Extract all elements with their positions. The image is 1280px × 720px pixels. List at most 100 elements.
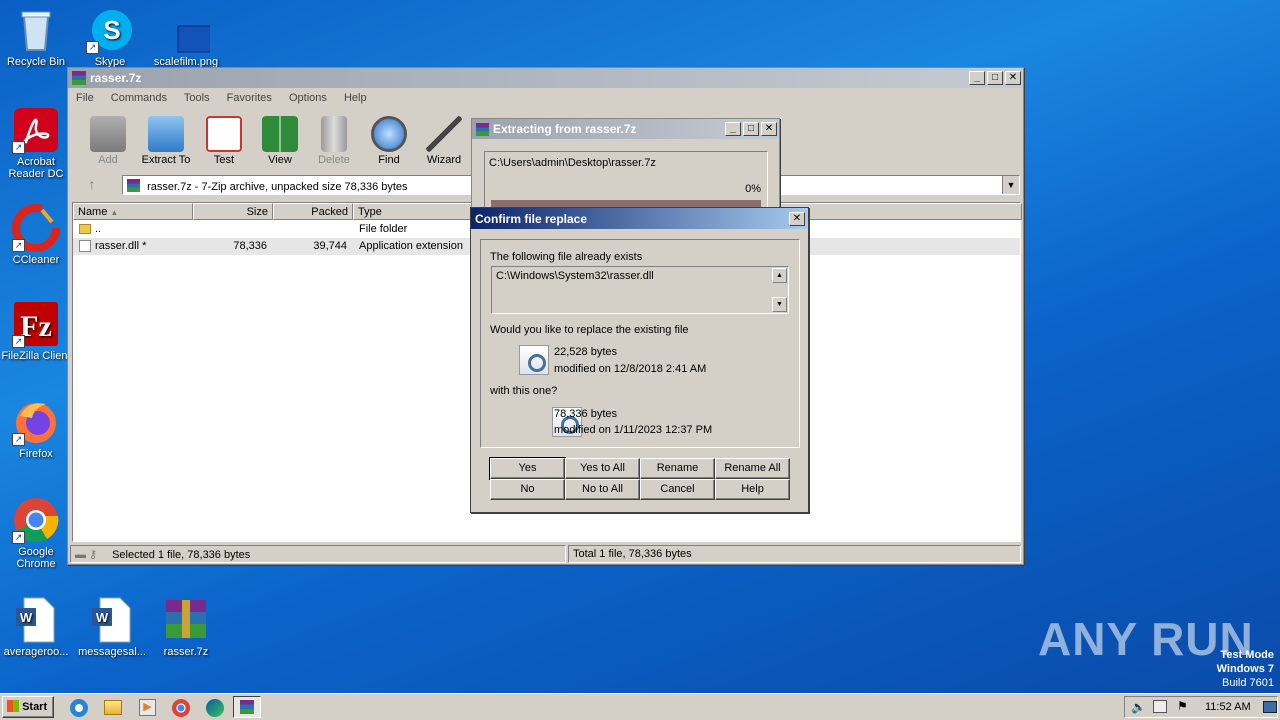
desktop-icon-label: CCleaner bbox=[12, 254, 60, 266]
media-player-taskbar-icon[interactable]: ▶ bbox=[139, 699, 156, 716]
scroll-up-button[interactable]: ▲ bbox=[772, 268, 787, 283]
svg-text:S: S bbox=[103, 15, 120, 45]
desktop-icon-label: averageroo... bbox=[3, 646, 69, 658]
desktop-icon-acrobat[interactable]: ↗ Acrobat Reader DC bbox=[0, 106, 74, 180]
sort-ascending-icon: ▲ bbox=[110, 208, 119, 217]
yes-button[interactable]: Yes bbox=[489, 457, 566, 480]
desktop-icon-recycle-bin[interactable]: Recycle Bin bbox=[0, 6, 74, 68]
address-text: rasser.7z - 7-Zip archive, unpacked size… bbox=[147, 181, 408, 193]
extracting-path: C:\Users\admin\Desktop\rasser.7z bbox=[489, 157, 656, 169]
explorer-taskbar-icon[interactable] bbox=[104, 700, 122, 715]
desktop-icon-rasser[interactable]: rasser.7z bbox=[148, 596, 224, 658]
desktop-icon-messagesal[interactable]: W messagesal... bbox=[74, 596, 150, 658]
wizard-wand-icon bbox=[426, 116, 462, 152]
exists-label: The following file already exists bbox=[490, 251, 643, 263]
row-type: Application extension bbox=[359, 240, 463, 252]
desktop-icon-ccleaner[interactable]: ↗ CCleaner bbox=[0, 204, 74, 266]
desktop-icon-label: Google Chrome bbox=[16, 546, 56, 570]
taskbar: Start ▶ 🔈 ⚑ 11:52 AM bbox=[0, 693, 1280, 720]
show-desktop-icon[interactable] bbox=[1263, 701, 1277, 713]
winrar-titlebar[interactable]: rasser.7z _ □ ✕ bbox=[68, 68, 1023, 88]
confirm-title: Confirm file replace bbox=[475, 211, 588, 226]
ccleaner-icon: ↗ bbox=[12, 204, 60, 252]
minimize-button[interactable]: _ bbox=[725, 122, 741, 136]
desktop-icon-skype[interactable]: S ↗ Skype bbox=[72, 6, 148, 68]
edge-taskbar-icon[interactable] bbox=[206, 699, 224, 717]
winrar-app-icon bbox=[72, 71, 86, 85]
test-clipboard-icon bbox=[206, 116, 242, 152]
yes-to-all-button[interactable]: Yes to All bbox=[565, 458, 640, 479]
shortcut-arrow-icon: ↗ bbox=[86, 41, 99, 54]
help-button[interactable]: Help bbox=[715, 479, 790, 500]
system-tray: 🔈 ⚑ 11:52 AM bbox=[1124, 696, 1278, 718]
toolbar-add-button[interactable]: Add bbox=[78, 116, 138, 166]
view-book-icon bbox=[262, 116, 298, 152]
maximize-button[interactable]: □ bbox=[987, 71, 1003, 85]
new-modified: modified on 1/11/2023 12:37 PM bbox=[554, 424, 713, 436]
status-bar: ▬ ⚷ Selected 1 file, 78,336 bytes Total … bbox=[70, 545, 1021, 563]
window-title: rasser.7z bbox=[90, 71, 142, 85]
winrar-app-icon bbox=[476, 122, 489, 136]
find-magnifier-icon bbox=[371, 116, 407, 152]
toolbar-extract-to-button[interactable]: Extract To bbox=[136, 116, 196, 166]
cancel-button[interactable]: Cancel bbox=[640, 479, 715, 500]
close-button[interactable]: ✕ bbox=[1005, 71, 1021, 85]
test-mode-text: Test Mode Windows 7 Build 7601 bbox=[1216, 649, 1274, 689]
ie-taskbar-icon[interactable] bbox=[70, 699, 88, 717]
address-dropdown-button[interactable]: ▼ bbox=[1002, 176, 1019, 194]
row-name: rasser.dll * bbox=[95, 240, 147, 252]
svg-text:W: W bbox=[20, 610, 33, 625]
maximize-button[interactable]: □ bbox=[743, 122, 759, 136]
extracting-panel: C:\Users\admin\Desktop\rasser.7z 0% bbox=[484, 151, 768, 211]
status-left: ▬ ⚷ Selected 1 file, 78,336 bytes bbox=[70, 545, 566, 563]
winrar-taskbar-button[interactable] bbox=[233, 696, 261, 718]
scroll-down-button[interactable]: ▼ bbox=[772, 297, 787, 312]
column-header-packed[interactable]: Packed bbox=[273, 203, 353, 220]
shortcut-arrow-icon: ↗ bbox=[12, 335, 25, 348]
menu-help[interactable]: Help bbox=[344, 92, 367, 104]
toolbar-view-button[interactable]: View bbox=[250, 116, 310, 166]
toolbar-test-button[interactable]: Test bbox=[194, 116, 254, 166]
volume-icon[interactable]: 🔈 bbox=[1131, 700, 1146, 714]
menu-favorites[interactable]: Favorites bbox=[227, 92, 272, 104]
no-button[interactable]: No bbox=[490, 479, 565, 500]
start-button[interactable]: Start bbox=[2, 696, 54, 718]
close-button[interactable]: ✕ bbox=[761, 122, 777, 136]
clock[interactable]: 11:52 AM bbox=[1205, 701, 1251, 713]
close-button[interactable]: ✕ bbox=[789, 211, 805, 226]
desktop-icon-scalefilm[interactable]: scalefilm.png bbox=[148, 6, 224, 68]
replace-question: Would you like to replace the existing f… bbox=[490, 324, 689, 336]
drive-key-icon: ▬ ⚷ bbox=[75, 549, 98, 561]
network-icon[interactable] bbox=[1153, 700, 1167, 713]
extracting-titlebar[interactable]: Extracting from rasser.7z _ □ ✕ bbox=[472, 119, 779, 139]
image-file-icon bbox=[162, 6, 223, 54]
minimize-button[interactable]: _ bbox=[969, 71, 985, 85]
menu-commands[interactable]: Commands bbox=[111, 92, 167, 104]
toolbar-wizard-button[interactable]: Wizard bbox=[414, 116, 474, 166]
shortcut-arrow-icon: ↗ bbox=[12, 239, 25, 252]
up-folder-button[interactable]: ↑ bbox=[80, 176, 104, 194]
menu-options[interactable]: Options bbox=[289, 92, 327, 104]
toolbar-delete-button[interactable]: Delete bbox=[304, 116, 364, 166]
chrome-taskbar-icon[interactable] bbox=[172, 699, 190, 717]
rename-button[interactable]: Rename bbox=[640, 458, 715, 479]
desktop-icon-label: Recycle Bin bbox=[6, 56, 66, 68]
with-label: with this one? bbox=[490, 385, 558, 397]
extract-folder-icon bbox=[148, 116, 184, 152]
menu-file[interactable]: File bbox=[76, 92, 94, 104]
menu-tools[interactable]: Tools bbox=[184, 92, 210, 104]
archive-icon bbox=[127, 179, 140, 192]
rename-all-button[interactable]: Rename All bbox=[715, 458, 790, 479]
desktop-icon-chrome[interactable]: ↗ Google Chrome bbox=[0, 496, 74, 570]
skype-icon: S ↗ bbox=[86, 6, 134, 54]
toolbar-find-button[interactable]: Find bbox=[359, 116, 419, 166]
column-header-size[interactable]: Size bbox=[193, 203, 273, 220]
desktop-icon-filezilla[interactable]: Fz ↗ FileZilla Client bbox=[0, 300, 74, 362]
confirm-titlebar[interactable]: Confirm file replace ✕ bbox=[471, 208, 808, 229]
column-header-name[interactable]: Name ▲ bbox=[73, 203, 193, 220]
desktop-icon-averageroo[interactable]: W averageroo... bbox=[0, 596, 74, 658]
no-to-all-button[interactable]: No to All bbox=[565, 479, 640, 500]
desktop-icon-firefox[interactable]: ↗ Firefox bbox=[0, 398, 74, 460]
action-center-flag-icon[interactable]: ⚑ bbox=[1177, 699, 1188, 713]
shortcut-arrow-icon: ↗ bbox=[12, 141, 25, 154]
